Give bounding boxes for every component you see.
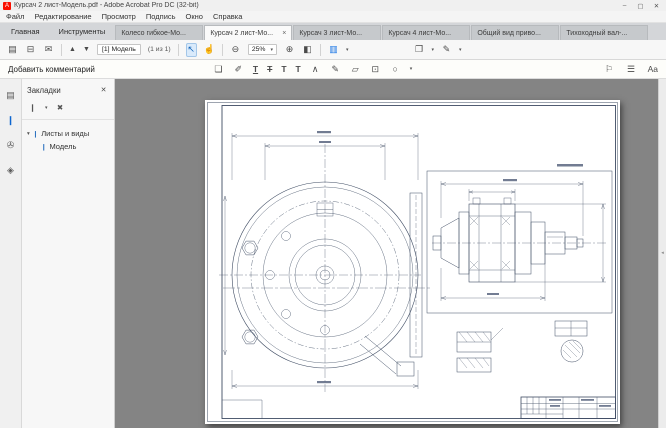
minimize-button[interactable]: – [618,2,631,9]
bookmarks-panel-header: Закладки ✕ [22,79,114,100]
expand-tools-icon[interactable]: ◂ [660,247,665,261]
doc-tab-tihohodny-val[interactable]: Тихоходный вал-... [560,25,648,40]
toolbar-separator [178,44,179,56]
document-viewer[interactable] [115,79,658,428]
sticky-note-icon[interactable]: ❏ [213,62,224,76]
shapes-tool-icon[interactable]: ○ [390,62,401,76]
hand-tool-icon[interactable]: ☝ [204,43,215,57]
print-icon[interactable]: ⊟ [25,43,36,57]
replace-text-icon[interactable]: T [281,64,286,74]
tab-close-icon[interactable]: × [282,30,286,37]
delete-bookmark-icon[interactable]: ✖ [55,101,66,115]
tab-bar: Главная Инструменты Колесо гибкое-Мо... … [0,23,666,40]
toolbar-separator [61,44,62,56]
add-text-icon[interactable]: T [296,64,301,74]
menu-help[interactable]: Справка [213,12,242,21]
comment-tools: ❏ ✐ T T T T ∧ ✎ ▱ ⊡ ○ ▾ [213,62,412,76]
bookmark-model-item[interactable]: ❙ Модель [26,140,110,153]
page-number-field[interactable]: [1] Модель [97,44,141,55]
text-properties-icon[interactable]: Aa [648,64,658,74]
keep-tool-pin-icon[interactable]: ⚐ [604,62,615,76]
add-comment-label: Добавить комментарий [8,65,95,74]
toolbar-separator [222,44,223,56]
comment-toolbar: Добавить комментарий ❏ ✐ T T T T ∧ ✎ ▱ ⊡… [0,60,666,79]
tab-tools[interactable]: Инструменты [50,27,115,40]
chevron-down-icon: ▾ [270,47,273,53]
layers-icon[interactable]: ◈ [5,163,16,177]
chevron-down-icon: ▾ [459,47,462,53]
sign-tool-icon[interactable]: ✎ [441,43,452,57]
main-area: ▤ ❙ ✇ ◈ Закладки ✕ ❙ ▾ ✖ ▾ ❙ Листы и вид… [0,79,666,428]
highlight-text-icon[interactable]: ✐ [233,62,244,76]
fit-width-icon[interactable]: ◧ [302,43,313,57]
menu-bar: Файл Редактирование Просмотр Подпись Окн… [0,11,666,23]
strikethrough-text-icon[interactable]: T [267,64,272,74]
menu-view[interactable]: Просмотр [102,12,136,21]
chevron-down-icon: ▾ [45,105,48,111]
menu-window[interactable]: Окно [186,12,203,21]
menu-sign[interactable]: Подпись [146,12,176,21]
chevron-down-icon: ▾ [431,47,434,53]
pencil-tool-icon[interactable]: ✎ [330,62,341,76]
acrobat-logo-icon: A [3,2,11,10]
doc-tab-kursach3[interactable]: Курсач 3 лист-Мо... [293,25,381,40]
engineering-drawing [205,100,620,424]
doc-tab-kursach4[interactable]: Курсач 4 лист-Мо... [382,25,470,40]
comment-right-tools: ⚐ ☰ Aa [604,62,658,76]
zoom-out-icon[interactable]: ⊖ [230,43,241,57]
save-icon[interactable]: ▤ [7,43,18,57]
pdf-page[interactable] [205,100,620,424]
page-thumbnails-icon[interactable]: ▤ [5,88,16,102]
bookmark-root-label: Листы и виды [41,129,89,138]
zoom-level-dropdown[interactable]: 25% ▾ [248,44,277,55]
bookmarks-panel-icon[interactable]: ❙ [5,113,16,127]
quick-toolbar: ▤ ⊟ ✉ ▲ ▼ [1] Модель (1 из 1) ↖ ☝ ⊖ 25% … [0,40,666,60]
insert-text-icon[interactable]: ∧ [310,62,321,76]
bookmarks-tree: ▾ ❙ Листы и виды ❙ Модель [22,120,114,160]
page-view-icon[interactable]: ▥ [328,43,339,57]
bookmark-icon: ❙ [33,130,38,138]
title-bar: A Курсач 2 лист-Модель.pdf - Adobe Acrob… [0,0,666,11]
doc-tab-kursach2-active[interactable]: Курсач 2 лист-Мо... × [204,25,292,40]
previous-page-icon[interactable]: ▲ [69,43,76,57]
bookmark-model-label: Модель [49,142,76,151]
stamp-tool-icon[interactable]: ⊡ [370,62,381,76]
bookmarks-toolbar: ❙ ▾ ✖ [22,100,114,120]
doc-tab-obshiy-vid[interactable]: Общий вид приво... [471,25,559,40]
comment-list-icon[interactable]: ☰ [626,62,637,76]
tab-home[interactable]: Главная [2,27,49,40]
bookmark-icon: ❙ [41,143,46,151]
expander-icon[interactable]: ▾ [27,131,30,137]
menu-file[interactable]: Файл [6,12,24,21]
doc-tab-koleso[interactable]: Колесо гибкое-Мо... [115,25,203,40]
mail-icon[interactable]: ✉ [43,43,54,57]
close-panel-icon[interactable]: ✕ [98,83,109,97]
next-page-icon[interactable]: ▼ [83,43,90,57]
chevron-down-icon: ▾ [410,66,413,72]
fit-page-icon[interactable]: ❐ [413,43,424,57]
maximize-button[interactable]: ▢ [634,2,647,10]
attachments-icon[interactable]: ✇ [5,138,16,152]
close-button[interactable]: ✕ [650,2,663,10]
menu-edit[interactable]: Редактирование [34,12,91,21]
bookmark-root-item[interactable]: ▾ ❙ Листы и виды [26,127,110,140]
select-tool-icon[interactable]: ↖ [186,43,197,57]
bookmarks-panel: Закладки ✕ ❙ ▾ ✖ ▾ ❙ Листы и виды ❙ Моде… [22,79,115,428]
navigation-rail: ▤ ❙ ✇ ◈ [0,79,22,428]
bookmarks-title: Закладки [27,86,61,95]
tools-pane-collapsed[interactable]: ◂ [658,79,666,428]
page-count-label: (1 из 1) [148,46,171,53]
window-title: Курсач 2 лист-Модель.pdf - Adobe Acrobat… [14,2,615,9]
new-bookmark-icon[interactable]: ❙ [27,101,38,115]
chevron-down-icon: ▾ [346,47,349,53]
underline-text-icon[interactable]: T [253,64,258,74]
zoom-in-icon[interactable]: ⊕ [284,43,295,57]
eraser-tool-icon[interactable]: ▱ [350,62,361,76]
toolbar-separator [320,44,321,56]
